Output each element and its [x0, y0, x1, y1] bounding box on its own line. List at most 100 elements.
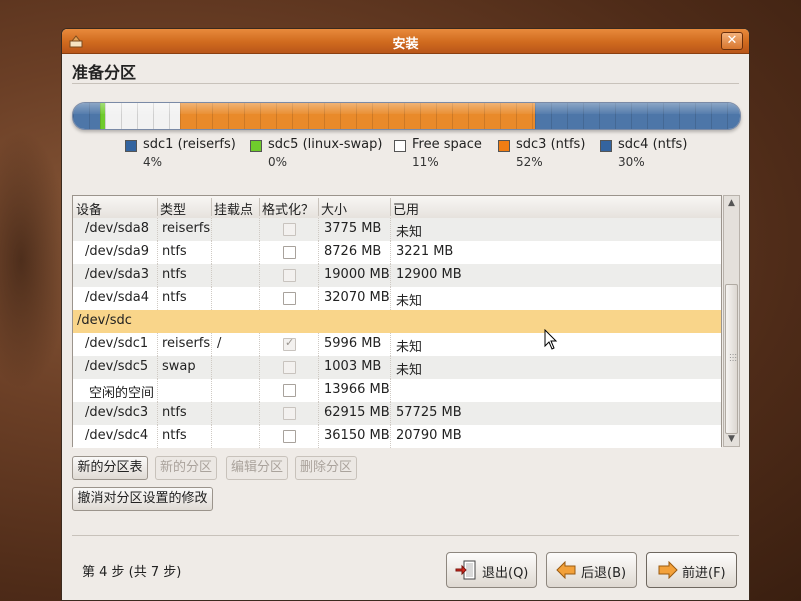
column-separator: [211, 402, 212, 425]
table-row[interactable]: 空闲的空间 13966 MB: [73, 379, 721, 402]
cell-type: swap: [162, 359, 196, 374]
scroll-down-icon[interactable]: ▼: [724, 432, 739, 446]
scroll-up-icon[interactable]: ▲: [724, 196, 739, 210]
delete-partition-button[interactable]: 删除分区: [295, 456, 357, 480]
column-separator: [259, 241, 260, 264]
column-separator: [318, 333, 319, 356]
cell-size: 36150 MB: [324, 428, 390, 443]
check-icon: ✓: [285, 336, 295, 349]
format-checkbox[interactable]: [283, 223, 296, 236]
format-checkbox[interactable]: [283, 246, 296, 259]
cell-device: /dev/sdc3: [85, 405, 149, 420]
legend-percent: 30%: [618, 155, 645, 169]
bar-segment-shine: [73, 103, 100, 114]
column-separator: [157, 264, 158, 287]
titlebar: 安装 ✕: [62, 29, 749, 54]
column-separator: [157, 379, 158, 402]
legend-percent: 0%: [268, 155, 288, 169]
legend-swatch: [250, 140, 262, 152]
column-separator: [211, 241, 212, 264]
cell-used: 57725 MB: [396, 405, 462, 420]
column-separator: [211, 356, 212, 379]
column-separator: [157, 356, 158, 379]
column-separator: [211, 287, 212, 310]
table-row[interactable]: /dev/sdc5 swap 1003 MB 未知: [73, 356, 721, 379]
scrollbar-thumb[interactable]: ⋯ ⋯ ⋯: [725, 284, 738, 434]
cell-device: /dev/sdc1: [85, 336, 149, 351]
table-row[interactable]: /dev/sdc4 ntfs 36150 MB 20790 MB: [73, 425, 721, 448]
column-separator: [390, 402, 391, 425]
partition-table: 设备 类型 挂载点 格式化？ 大小 已用 /dev/sda8 reiserfs 37…: [72, 195, 722, 448]
quit-button[interactable]: 退出(Q): [446, 552, 537, 588]
bar-segment-shine: [105, 103, 180, 114]
close-icon: ✕: [726, 33, 738, 48]
installer-window: 安装 ✕ 准备分区 sdc1 (reiserfs) 4% sdc5 (linux-s…: [61, 28, 750, 601]
column-separator: [157, 218, 158, 241]
cell-device: /dev/sda3: [85, 267, 149, 282]
edit-partition-button[interactable]: 编辑分区: [226, 456, 288, 480]
legend-label: sdc4 (ntfs): [618, 137, 688, 152]
column-header-device[interactable]: 设备: [76, 199, 102, 218]
legend-label: sdc5 (linux-swap): [268, 137, 383, 152]
table-row[interactable]: /dev/sda8 reiserfs 3775 MB 未知: [73, 218, 721, 241]
format-checkbox[interactable]: [283, 430, 296, 443]
cell-type: ntfs: [162, 267, 187, 282]
column-header-format[interactable]: 格式化？: [262, 199, 314, 218]
column-header-size[interactable]: 大小: [321, 199, 347, 218]
cell-type: ntfs: [162, 428, 187, 443]
close-button[interactable]: ✕: [721, 32, 743, 50]
disk-row[interactable]: /dev/sdc: [73, 310, 721, 333]
column-separator: [318, 218, 319, 241]
column-header-type[interactable]: 类型: [160, 199, 186, 218]
legend-label: Free space: [412, 137, 482, 152]
cell-used: 12900 MB: [396, 267, 462, 282]
table-row[interactable]: /dev/sda9 ntfs 8726 MB 3221 MB: [73, 241, 721, 264]
column-separator: [259, 287, 260, 310]
column-separator: [259, 333, 260, 356]
column-header-used[interactable]: 已用: [393, 199, 419, 218]
forward-button[interactable]: 前进(F): [646, 552, 737, 588]
legend-percent: 4%: [143, 155, 163, 169]
column-separator: [318, 198, 319, 216]
divider: [72, 83, 739, 84]
column-header-mount[interactable]: 挂载点: [214, 199, 253, 218]
quit-label: 退出(Q): [482, 566, 529, 581]
column-separator: [259, 356, 260, 379]
format-checkbox[interactable]: [283, 292, 296, 305]
format-checkbox[interactable]: [283, 384, 296, 397]
column-separator: [390, 198, 391, 216]
column-separator: [318, 287, 319, 310]
cell-device: /dev/sda4: [85, 290, 149, 305]
column-separator: [259, 402, 260, 425]
mouse-cursor-icon: [544, 329, 558, 350]
new-partition-table-button[interactable]: 新的分区表: [72, 456, 148, 480]
table-row[interactable]: /dev/sda4 ntfs 32070 MB 未知: [73, 287, 721, 310]
cell-device: /dev/sda9: [85, 244, 149, 259]
bar-segment-shine: [180, 103, 535, 114]
cell-used: 未知: [396, 363, 423, 378]
undo-changes-button[interactable]: 撤消对分区设置的修改: [72, 487, 213, 511]
cell-type: reiserfs: [162, 336, 211, 351]
cell-size: 3775 MB: [324, 221, 382, 236]
new-partition-button[interactable]: 新的分区: [155, 456, 217, 480]
format-checkbox[interactable]: [283, 361, 296, 374]
table-scrollbar[interactable]: ▲ ⋯ ⋯ ⋯ ▼: [723, 195, 740, 447]
table-row[interactable]: /dev/sdc3 ntfs 62915 MB 57725 MB: [73, 402, 721, 425]
cell-used: 20790 MB: [396, 428, 462, 443]
cell-size: 32070 MB: [324, 290, 390, 305]
table-row[interactable]: /dev/sdc1 reiserfs / ✓ 5996 MB 未知: [73, 333, 721, 356]
format-checkbox[interactable]: [283, 269, 296, 282]
bar-segment-free: [105, 103, 180, 129]
back-button[interactable]: 后退(B): [546, 552, 637, 588]
format-checkbox[interactable]: [283, 407, 296, 420]
bar-segment-sdc4: [535, 103, 740, 129]
table-row[interactable]: /dev/sda3 ntfs 19000 MB 12900 MB: [73, 264, 721, 287]
legend-label: sdc3 (ntfs): [516, 137, 586, 152]
legend-percent: 52%: [516, 155, 543, 169]
column-separator: [157, 425, 158, 448]
column-separator: [259, 218, 260, 241]
bar-segment-sdc1: [73, 103, 100, 129]
format-checkbox[interactable]: ✓: [283, 336, 296, 351]
cell-size: 5996 MB: [324, 336, 382, 351]
partition-bar: [72, 102, 741, 130]
